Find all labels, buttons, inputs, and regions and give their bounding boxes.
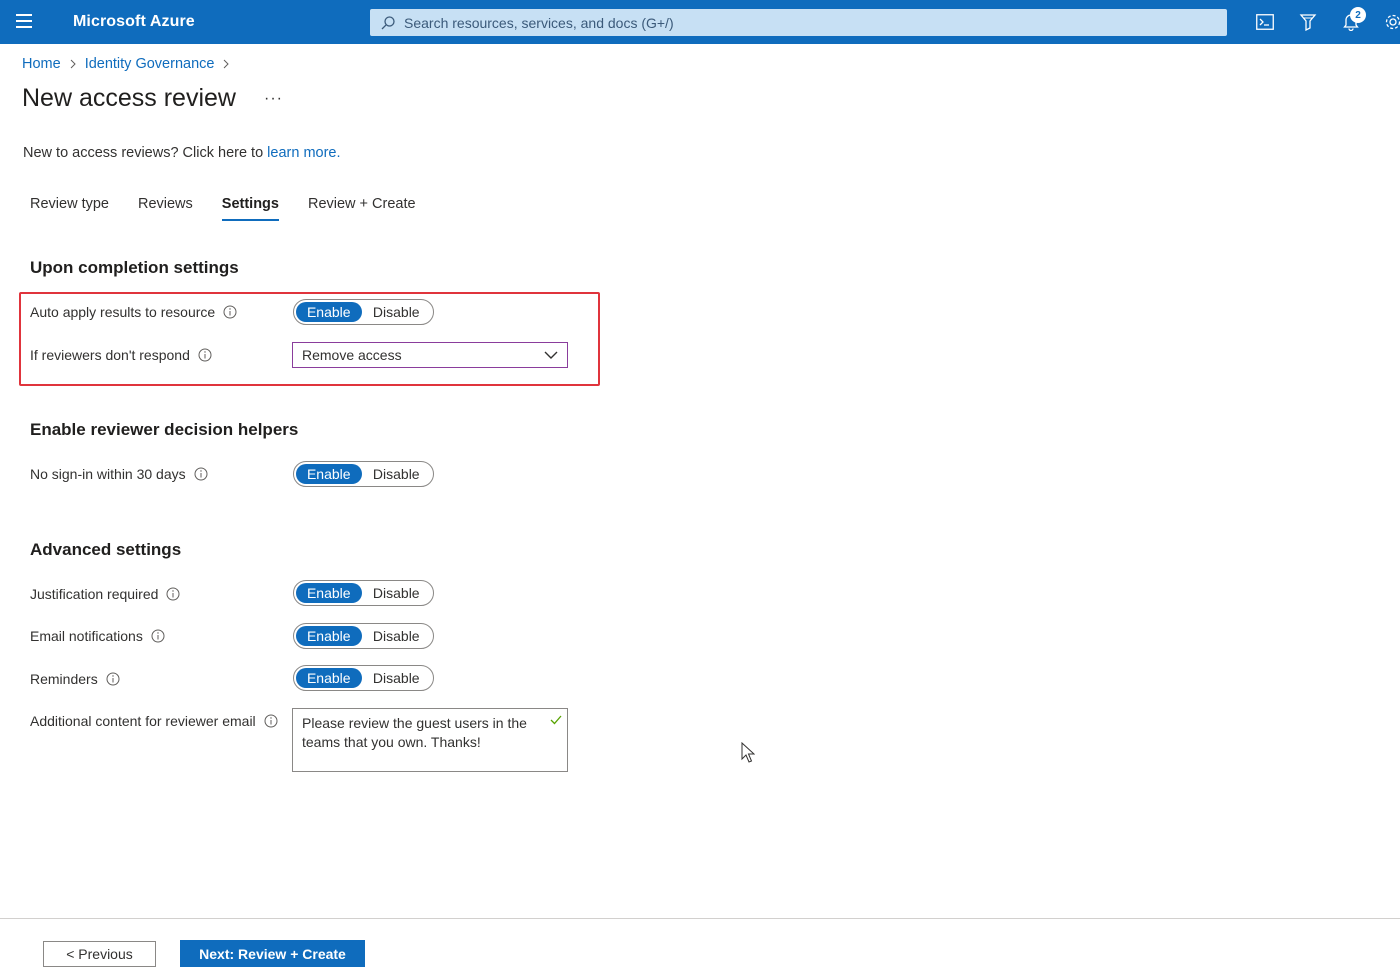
intro-label: New to access reviews? Click here to — [23, 145, 268, 161]
next-review-create-button[interactable]: Next: Review + Create — [180, 940, 365, 967]
more-options-button[interactable]: ··· — [264, 90, 283, 108]
mouse-cursor-icon — [741, 742, 755, 763]
auto-apply-toggle[interactable]: Enable Disable — [293, 299, 434, 325]
email-notifications-text: Email notifications — [30, 628, 143, 644]
disable-option[interactable]: Disable — [362, 583, 431, 603]
tab-review-type[interactable]: Review type — [30, 196, 109, 221]
textarea-value: Please review the guest users in the tea… — [302, 715, 527, 750]
reminders-toggle[interactable]: Enable Disable — [293, 665, 434, 691]
tab-bar: Review type Reviews Settings Review + Cr… — [30, 196, 445, 221]
intro-text: New to access reviews? Click here to lea… — [23, 145, 341, 161]
enable-option[interactable]: Enable — [296, 583, 362, 603]
additional-content-label: Additional content for reviewer email — [30, 713, 278, 729]
justification-toggle[interactable]: Enable Disable — [293, 580, 434, 606]
top-bar: Microsoft Azure Search resources, servic… — [0, 0, 1400, 44]
breadcrumb: Home Identity Governance — [22, 56, 238, 72]
info-icon[interactable] — [194, 467, 208, 481]
enable-option[interactable]: Enable — [296, 668, 362, 688]
search-input[interactable]: Search resources, services, and docs (G+… — [370, 9, 1227, 36]
info-icon[interactable] — [151, 629, 165, 643]
dropdown-value: Remove access — [302, 347, 402, 363]
enable-option[interactable]: Enable — [296, 464, 362, 484]
cloud-shell-icon[interactable] — [1253, 10, 1277, 34]
enable-option[interactable]: Enable — [296, 302, 362, 322]
no-signin-label: No sign-in within 30 days — [30, 466, 208, 482]
email-notifications-label: Email notifications — [30, 628, 165, 644]
reminders-text: Reminders — [30, 671, 98, 687]
settings-icon[interactable] — [1381, 10, 1400, 34]
justification-text: Justification required — [30, 586, 159, 602]
notifications-badge: 2 — [1350, 7, 1366, 23]
disable-option[interactable]: Disable — [362, 302, 431, 322]
brand-title[interactable]: Microsoft Azure — [73, 13, 195, 31]
additional-content-textarea[interactable]: Please review the guest users in the tea… — [292, 708, 568, 772]
footer-divider — [0, 918, 1400, 919]
chevron-down-icon — [544, 351, 558, 359]
disable-option[interactable]: Disable — [362, 464, 431, 484]
info-icon[interactable] — [166, 587, 180, 601]
tab-review-create[interactable]: Review + Create — [308, 196, 416, 221]
menu-icon[interactable] — [16, 14, 36, 30]
section-title-helpers: Enable reviewer decision helpers — [30, 420, 299, 439]
info-icon[interactable] — [106, 672, 120, 686]
enable-option[interactable]: Enable — [296, 626, 362, 646]
no-response-label: If reviewers don't respond — [30, 347, 212, 363]
no-signin-text: No sign-in within 30 days — [30, 466, 186, 482]
directory-filter-icon[interactable] — [1296, 10, 1320, 34]
no-signin-toggle[interactable]: Enable Disable — [293, 461, 434, 487]
info-icon[interactable] — [264, 714, 278, 728]
no-response-dropdown[interactable]: Remove access — [292, 342, 568, 368]
additional-content-text: Additional content for reviewer email — [30, 713, 256, 729]
breadcrumb-identity-governance[interactable]: Identity Governance — [85, 56, 215, 72]
search-placeholder: Search resources, services, and docs (G+… — [404, 14, 674, 31]
chevron-right-icon — [224, 59, 230, 69]
learn-more-link[interactable]: learn more. — [267, 145, 340, 161]
auto-apply-text: Auto apply results to resource — [30, 304, 216, 320]
no-response-text: If reviewers don't respond — [30, 347, 190, 363]
checkmark-icon — [550, 715, 562, 725]
tab-reviews[interactable]: Reviews — [138, 196, 193, 221]
search-icon — [381, 15, 395, 29]
section-title-completion: Upon completion settings — [30, 258, 239, 277]
email-notifications-toggle[interactable]: Enable Disable — [293, 623, 434, 649]
disable-option[interactable]: Disable — [362, 668, 431, 688]
tab-settings[interactable]: Settings — [221, 196, 280, 221]
section-title-advanced: Advanced settings — [30, 540, 182, 559]
info-icon[interactable] — [198, 348, 212, 362]
previous-button[interactable]: < Previous — [43, 941, 156, 967]
auto-apply-label: Auto apply results to resource — [30, 304, 237, 320]
page-title: New access review — [22, 84, 236, 112]
chevron-right-icon — [70, 59, 76, 69]
justification-label: Justification required — [30, 586, 180, 602]
info-icon[interactable] — [223, 305, 237, 319]
disable-option[interactable]: Disable — [362, 626, 431, 646]
reminders-label: Reminders — [30, 671, 120, 687]
breadcrumb-home[interactable]: Home — [22, 56, 61, 72]
